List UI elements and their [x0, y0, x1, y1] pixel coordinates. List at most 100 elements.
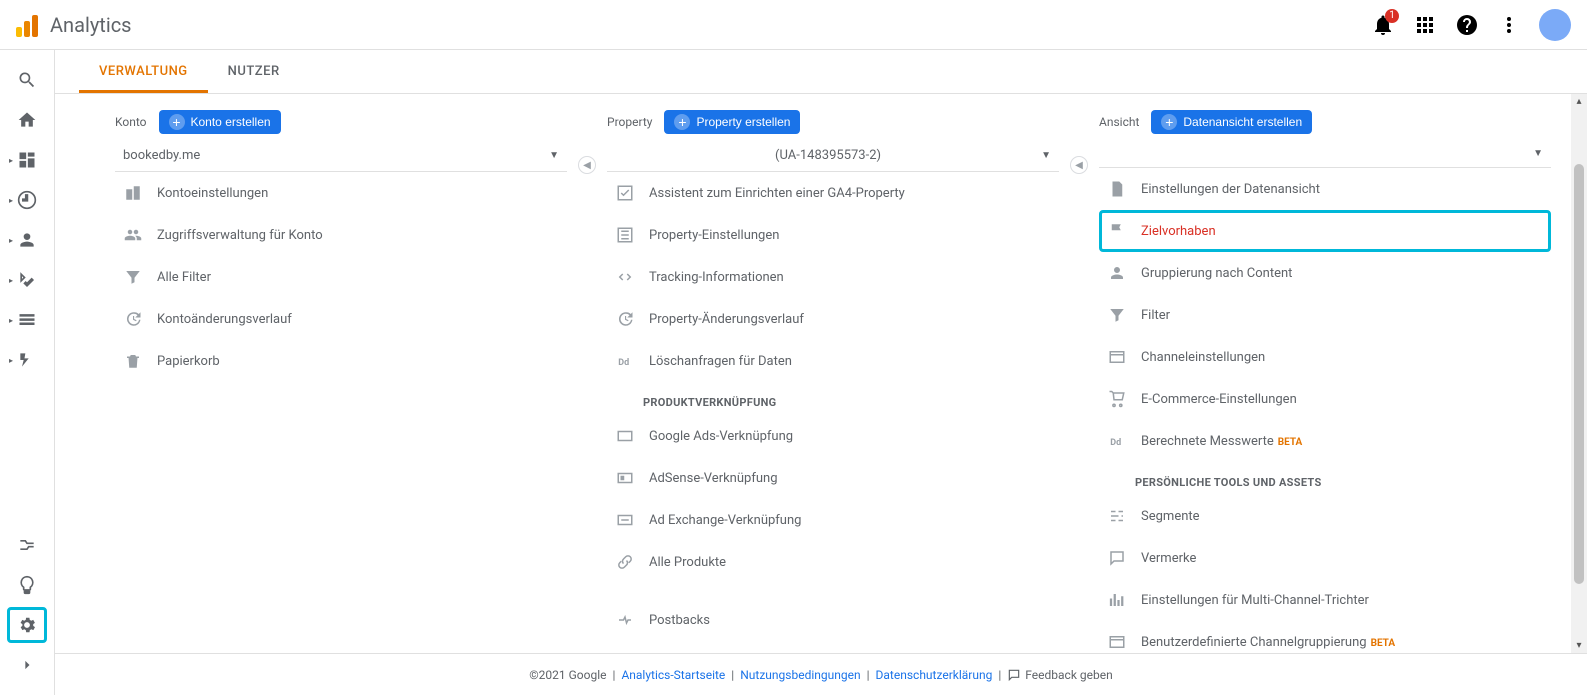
- nav-audience-icon[interactable]: ▸: [7, 222, 47, 258]
- brand-name: Analytics: [50, 13, 132, 37]
- account-selected-value: bookedby.me: [123, 148, 549, 163]
- menu-label: Alle Produkte: [649, 555, 1051, 570]
- notifications-icon[interactable]: 1: [1371, 13, 1395, 37]
- bar-chart-icon: [1107, 590, 1127, 610]
- app-header: Analytics 1: [0, 0, 1587, 50]
- footer-privacy-link[interactable]: Datenschutzerklärung: [876, 668, 993, 682]
- property-ga4-item[interactable]: Assistent zum Einrichten einer GA4-Prope…: [607, 172, 1059, 214]
- property-ads-item[interactable]: Google Ads-Verknüpfung: [607, 415, 1059, 457]
- menu-label: Löschanfragen für Daten: [649, 354, 1051, 369]
- nav-home-icon[interactable]: [7, 102, 47, 138]
- dd-icon: Dd: [1107, 431, 1127, 451]
- property-settings-item[interactable]: Property-Einstellungen: [607, 214, 1059, 256]
- menu-label: Papierkorb: [157, 354, 559, 369]
- nav-search-icon[interactable]: [7, 62, 47, 98]
- menu-label: Kontoeinstellungen: [157, 186, 559, 201]
- menu-label: Benutzerdefinierte ChannelgruppierungBET…: [1141, 635, 1543, 650]
- menu-label: Berechnete MesswerteBETA: [1141, 434, 1543, 449]
- view-filter-item[interactable]: Filter: [1099, 294, 1551, 336]
- dd-icon: Dd: [615, 351, 635, 371]
- menu-label: Vermerke: [1141, 551, 1543, 566]
- menu-label: Channeleinstellungen: [1141, 350, 1543, 365]
- vertical-scrollbar[interactable]: ▴ ▾: [1571, 94, 1587, 653]
- menu-label: Property-Änderungsverlauf: [649, 312, 1051, 327]
- menu-label: Google Ads-Verknüpfung: [649, 429, 1051, 444]
- history-icon: [123, 309, 143, 329]
- property-delreq-item[interactable]: Dd Löschanfragen für Daten: [607, 340, 1059, 382]
- footer-feedback-link[interactable]: Feedback geben: [1007, 668, 1112, 682]
- footer-terms-link[interactable]: Nutzungsbedingungen: [740, 668, 860, 682]
- more-menu-icon[interactable]: [1497, 13, 1521, 37]
- nav-collapse-icon[interactable]: [7, 647, 47, 683]
- view-goals-item[interactable]: Zielvorhaben: [1099, 210, 1551, 252]
- scroll-down-arrow[interactable]: ▾: [1576, 640, 1581, 651]
- settings-square-icon: [615, 225, 635, 245]
- view-ecommerce-item[interactable]: E-Commerce-Einstellungen: [1099, 378, 1551, 420]
- view-selector[interactable]: ▼: [1099, 140, 1551, 168]
- link-icon: [615, 552, 635, 572]
- nav-admin-icon[interactable]: [7, 607, 47, 643]
- trash-icon: [123, 351, 143, 371]
- audience-icon: [615, 652, 635, 653]
- postback-icon: [615, 610, 635, 630]
- property-postbacks-item[interactable]: Postbacks: [607, 599, 1059, 641]
- view-channel-item[interactable]: Channeleinstellungen: [1099, 336, 1551, 378]
- column-connector-right[interactable]: ◀: [1070, 156, 1088, 174]
- property-selected-value: (UA-148395573-2): [615, 148, 1041, 163]
- scroll-thumb[interactable]: [1574, 164, 1584, 584]
- view-settings-item[interactable]: Einstellungen der Datenansicht: [1099, 168, 1551, 210]
- help-icon[interactable]: [1455, 13, 1479, 37]
- admin-tabs: VERWALTUNG NUTZER: [55, 50, 1587, 94]
- property-tracking-item[interactable]: Tracking-Informationen: [607, 256, 1059, 298]
- adsense-icon: [615, 468, 635, 488]
- property-allproducts-item[interactable]: Alle Produkte: [607, 541, 1059, 583]
- menu-label: Zielvorhaben: [1141, 224, 1543, 239]
- user-avatar[interactable]: [1539, 9, 1571, 41]
- property-selector[interactable]: (UA-148395573-2) ▼: [607, 140, 1059, 172]
- view-grouping-item[interactable]: Gruppierung nach Content: [1099, 252, 1551, 294]
- property-adex-item[interactable]: Ad Exchange-Verknüpfung: [607, 499, 1059, 541]
- account-access-item[interactable]: Zugriffsverwaltung für Konto: [115, 214, 567, 256]
- account-trash-item[interactable]: Papierkorb: [115, 340, 567, 382]
- account-history-item[interactable]: Kontoänderungsverlauf: [115, 298, 567, 340]
- svg-text:Dd: Dd: [618, 358, 629, 368]
- tab-nutzer[interactable]: NUTZER: [208, 50, 300, 93]
- chevron-down-icon: ▼: [1041, 150, 1051, 161]
- nav-customization-icon[interactable]: ▸: [7, 142, 47, 178]
- view-calc-item[interactable]: Dd Berechnete MesswerteBETA: [1099, 420, 1551, 462]
- account-selector[interactable]: bookedby.me ▼: [115, 140, 567, 172]
- view-notes-item[interactable]: Vermerke: [1099, 537, 1551, 579]
- property-history-item[interactable]: Property-Änderungsverlauf: [607, 298, 1059, 340]
- menu-label: Zugriffsverwaltung für Konto: [157, 228, 559, 243]
- notification-badge: 1: [1385, 9, 1399, 23]
- nav-attribution-icon[interactable]: [7, 527, 47, 563]
- column-connector-left[interactable]: ◀: [578, 156, 596, 174]
- menu-label: Einstellungen der Datenansicht: [1141, 182, 1543, 197]
- view-column: ◀ Ansicht +Datenansicht erstellen ▼ Eins…: [1079, 94, 1571, 653]
- document-icon: [1107, 179, 1127, 199]
- property-adsense-item[interactable]: AdSense-Verknüpfung: [607, 457, 1059, 499]
- scroll-up-arrow[interactable]: ▴: [1576, 96, 1581, 107]
- ads-icon: [615, 426, 635, 446]
- nav-discover-icon[interactable]: [7, 567, 47, 603]
- nav-acquisition-icon[interactable]: ▸: [7, 262, 47, 298]
- nav-conversions-icon[interactable]: ▸: [7, 342, 47, 378]
- account-filters-item[interactable]: Alle Filter: [115, 256, 567, 298]
- create-view-button[interactable]: +Datenansicht erstellen: [1151, 110, 1312, 134]
- account-settings-item[interactable]: Kontoeinstellungen: [115, 172, 567, 214]
- menu-label: Kontoänderungsverlauf: [157, 312, 559, 327]
- view-multichannel-item[interactable]: Einstellungen für Multi-Channel-Trichter: [1099, 579, 1551, 621]
- footer-feedback-label: Feedback geben: [1025, 668, 1112, 682]
- apps-grid-icon[interactable]: [1413, 13, 1437, 37]
- footer-home-link[interactable]: Analytics-Startseite: [621, 668, 725, 682]
- view-customchannel-item[interactable]: Benutzerdefinierte ChannelgruppierungBET…: [1099, 621, 1551, 653]
- property-audience-item[interactable]: Zielgruppendefinitionen: [607, 641, 1059, 653]
- create-property-button[interactable]: +Property erstellen: [664, 110, 800, 134]
- building-icon: [123, 183, 143, 203]
- tab-verwaltung[interactable]: VERWALTUNG: [79, 50, 208, 93]
- nav-realtime-icon[interactable]: ▸: [7, 182, 47, 218]
- view-segments-item[interactable]: Segmente: [1099, 495, 1551, 537]
- nav-behavior-icon[interactable]: ▸: [7, 302, 47, 338]
- create-account-button[interactable]: +Konto erstellen: [159, 110, 281, 134]
- analytics-logo-icon: [16, 13, 40, 37]
